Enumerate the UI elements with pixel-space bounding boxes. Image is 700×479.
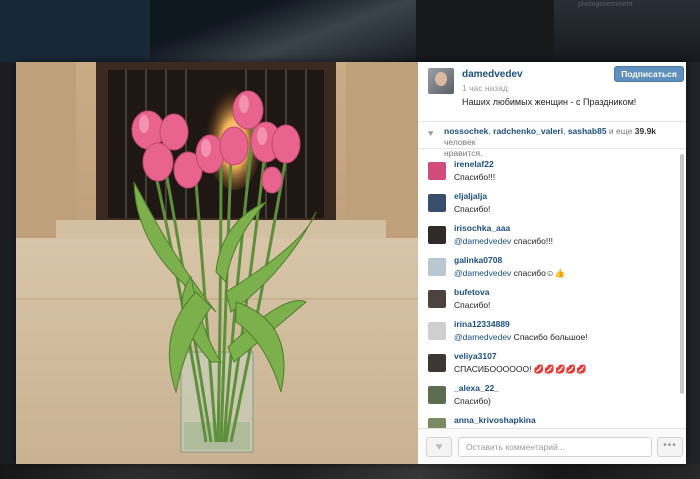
commenter-username[interactable]: anna_krivoshapkina (454, 415, 536, 425)
comment-mention[interactable]: @damedvedev (454, 268, 511, 278)
comment-item: irenelaf22 Спасибо!!! (418, 154, 678, 186)
comment-item: _alexa_22_ Спасибо) (418, 378, 678, 410)
commenter-avatar[interactable] (428, 354, 446, 372)
commenter-avatar[interactable] (428, 258, 446, 276)
likes-suffix: человек (444, 137, 476, 147)
comment-body: Спасибо! (454, 300, 491, 310)
tulips-photo (16, 62, 418, 464)
comment-text: СПАСИБОООООО! 💋💋💋💋💋 (454, 364, 587, 375)
like-user-3[interactable]: sashab85 (568, 126, 607, 136)
post-time: 1 час назад (462, 83, 508, 93)
commenter-avatar[interactable] (428, 418, 446, 428)
comment-item: irisochka_aaa @damedvedev спасибо!!! (418, 218, 678, 250)
likes-and-more: и еще (606, 126, 635, 136)
post-sidebar: damedvedev 1 час назад Наших любимых жен… (418, 62, 686, 464)
likes-summary: ♥ nossochek, radchenko_valeri, sashab85 … (418, 121, 686, 158)
comment-body: спасибо!!! (511, 236, 553, 246)
commenter-username[interactable]: irisochka_aaa (454, 223, 510, 233)
comment-text: @damedvedev Спасибо большое! (454, 332, 588, 342)
commenter-username[interactable]: irina12334889 (454, 319, 510, 329)
commenter-username[interactable]: eljaljalja (454, 191, 487, 201)
comment-item: anna_krivoshapkina (418, 410, 678, 428)
heart-icon: ♥ (428, 128, 434, 138)
commenter-avatar[interactable] (428, 322, 446, 340)
commenter-avatar[interactable] (428, 226, 446, 244)
comments-list: irenelaf22 Спасибо!!! eljaljalja Спасибо… (418, 154, 678, 428)
commenter-username[interactable]: irenelaf22 (454, 159, 494, 169)
comment-text: @damedvedev спасибо☺👍 (454, 268, 565, 279)
author-username[interactable]: damedvedev (462, 69, 523, 80)
likes-count[interactable]: 39.9k (635, 126, 656, 136)
commenter-avatar[interactable] (428, 290, 446, 308)
commenter-avatar[interactable] (428, 386, 446, 404)
comment-mention[interactable]: @damedvedev (454, 236, 511, 246)
comment-item: veliya3107 СПАСИБОООООО! 💋💋💋💋💋 (418, 346, 678, 378)
follow-button[interactable]: Подписаться (614, 66, 684, 82)
comments-scroll-thumb[interactable] (680, 154, 684, 394)
commenter-avatar[interactable] (428, 194, 446, 212)
comment-body: спасибо☺👍 (511, 268, 566, 278)
comment-text: Спасибо!!! (454, 172, 495, 182)
comment-text: @damedvedev спасибо!!! (454, 236, 553, 246)
comment-body: Спасибо большое! (511, 332, 588, 342)
comment-footer: ♥ ••• (418, 428, 686, 464)
heart-icon: ♥ (435, 441, 443, 453)
post-header: damedvedev 1 час назад Наших любимых жен… (418, 62, 686, 118)
comment-body: СПАСИБОООООО! 💋💋💋💋💋 (454, 364, 587, 374)
comments-scrollbar[interactable] (680, 154, 685, 428)
comment-text: Спасибо! (454, 300, 490, 310)
commenter-username[interactable]: veliya3107 (454, 351, 497, 361)
comment-text: Спасибо! (454, 204, 490, 214)
comment-item: bufetova Спасибо! (418, 282, 678, 314)
like-user-2[interactable]: radchenko_valeri (493, 126, 563, 136)
comment-item: galinka0708 @damedvedev спасибо☺👍 (418, 250, 678, 282)
commenter-username[interactable]: bufetova (454, 287, 489, 297)
comment-item: irina12334889 @damedvedev Спасибо большо… (418, 314, 678, 346)
comment-item: eljaljalja Спасибо! (418, 186, 678, 218)
comment-input[interactable] (458, 437, 652, 457)
more-options-button[interactable]: ••• (657, 437, 683, 457)
post-caption: Наших любимых женщин - с Праздником! (462, 97, 637, 107)
author-avatar[interactable] (428, 68, 454, 94)
comment-text: Спасибо) (454, 396, 491, 406)
comment-mention[interactable]: @damedvedev (454, 332, 511, 342)
comment-body: Спасибо! (454, 204, 491, 214)
post-modal: damedvedev 1 час назад Наших любимых жен… (16, 62, 686, 464)
commenter-username[interactable]: galinka0708 (454, 255, 502, 265)
like-button[interactable]: ♥ (426, 437, 452, 457)
like-user-1[interactable]: nossochek (444, 126, 488, 136)
comment-body: Спасибо!!! (454, 172, 496, 182)
commenter-username[interactable]: _alexa_22_ (454, 383, 499, 393)
post-photo (16, 62, 418, 464)
commenter-avatar[interactable] (428, 162, 446, 180)
comment-body: Спасибо) (454, 396, 491, 406)
